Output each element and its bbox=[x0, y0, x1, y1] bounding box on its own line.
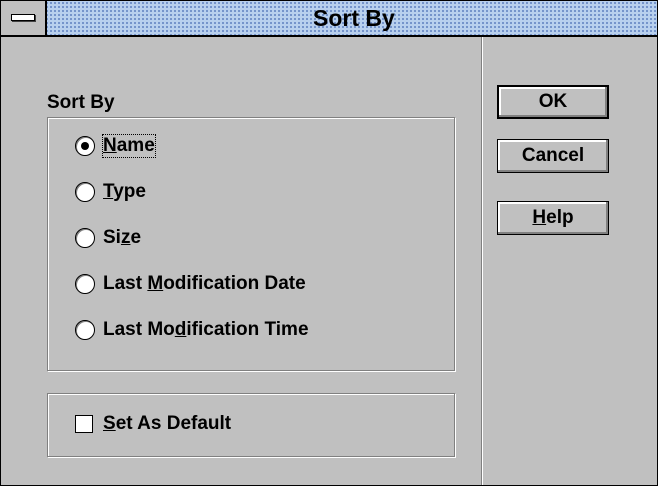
radio-name-label: Name bbox=[102, 134, 156, 158]
set-as-default-label: Set As Default bbox=[103, 413, 232, 434]
window-title: Sort By bbox=[313, 5, 395, 31]
system-menu-button[interactable] bbox=[1, 1, 47, 35]
radio-size-label: Size bbox=[103, 227, 142, 248]
radio-type[interactable]: Type bbox=[75, 178, 146, 206]
radio-button-icon bbox=[75, 228, 95, 248]
system-menu-bar-icon bbox=[11, 14, 35, 21]
help-button[interactable]: Help bbox=[497, 201, 609, 235]
radio-button-icon bbox=[75, 136, 95, 156]
checkbox-icon bbox=[75, 415, 93, 433]
radio-last-modification-time-label: Last Modification Time bbox=[103, 319, 309, 340]
radio-button-icon bbox=[75, 320, 95, 340]
radio-last-modification-time[interactable]: Last Modification Time bbox=[75, 316, 309, 344]
title-bar[interactable]: Sort By bbox=[1, 1, 657, 37]
ok-button[interactable]: OK bbox=[497, 85, 609, 119]
radio-button-icon bbox=[75, 274, 95, 294]
radio-last-modification-date-label: Last Modification Date bbox=[103, 273, 306, 294]
radio-type-label: Type bbox=[103, 181, 146, 202]
sort-by-group-label: Sort By bbox=[47, 92, 115, 113]
sort-by-dialog: Sort By Sort By Name Type Size Last Modi… bbox=[0, 0, 658, 486]
cancel-button[interactable]: Cancel bbox=[497, 139, 609, 173]
radio-name[interactable]: Name bbox=[75, 132, 156, 160]
radio-last-modification-date[interactable]: Last Modification Date bbox=[75, 270, 306, 298]
radio-button-icon bbox=[75, 182, 95, 202]
radio-size[interactable]: Size bbox=[75, 224, 141, 252]
set-as-default-checkbox[interactable]: Set As Default bbox=[75, 410, 231, 438]
